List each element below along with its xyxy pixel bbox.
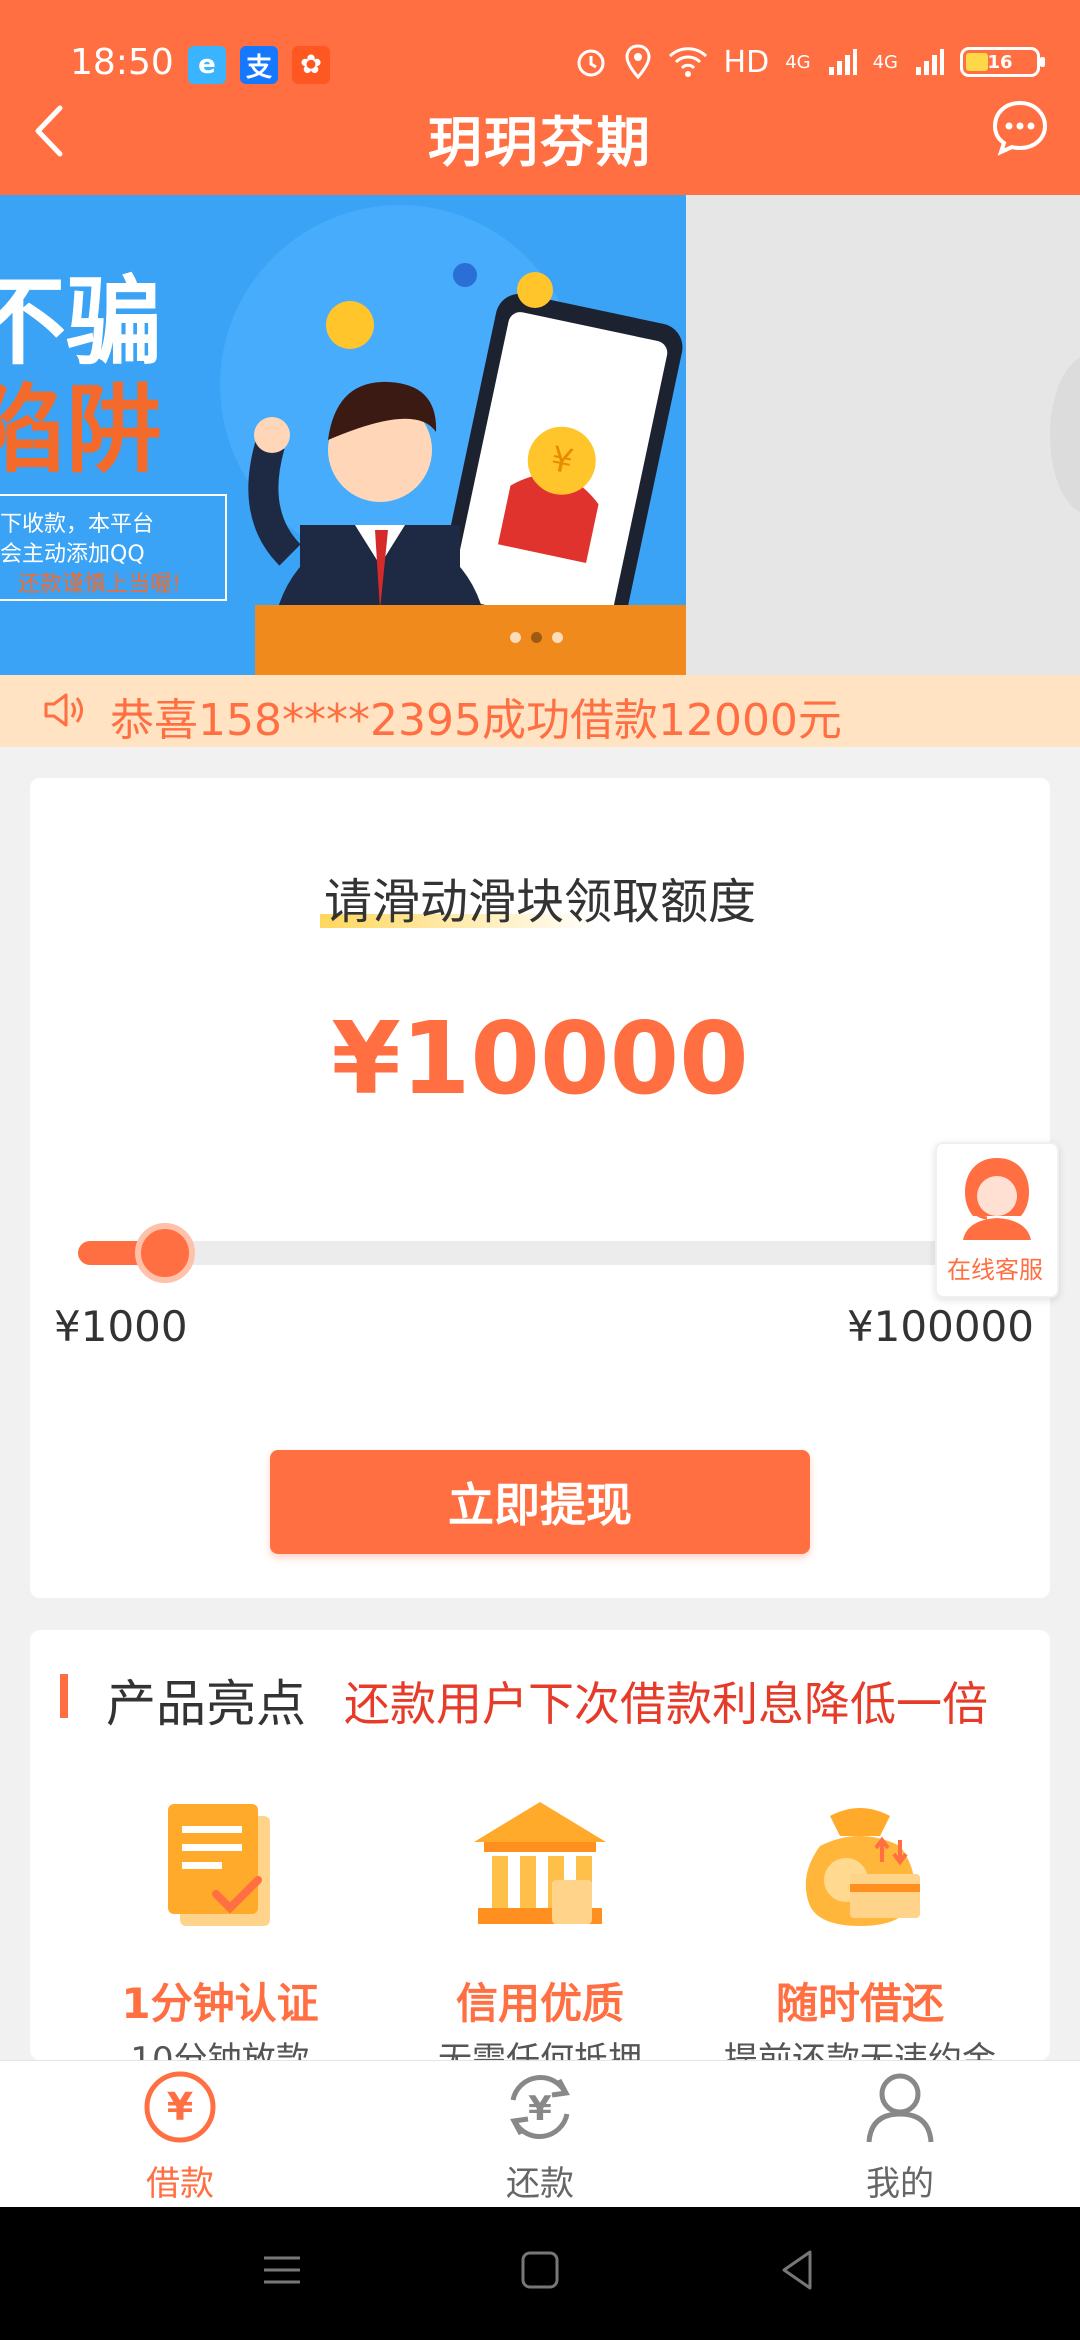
highlights-promo: 还款用户下次借款利息降低一倍 — [344, 1677, 988, 1731]
carousel-dot — [510, 632, 521, 643]
nav-label-mine: 我的 — [866, 2164, 934, 2204]
alarm-icon — [577, 49, 605, 77]
banner-caption-1: 下收款，本平台 — [0, 512, 154, 537]
amount-slider-thumb[interactable] — [135, 1223, 195, 1283]
back-triangle-icon[interactable] — [768, 2240, 828, 2300]
notice-text: 恭喜158****2395成功借款12000元 — [110, 695, 842, 746]
feature-title: 1分钟认证 — [121, 1979, 319, 2028]
banner-caption-2: 会主动添加QQ — [0, 542, 145, 567]
slider-min-label: ¥1000 — [54, 1302, 188, 1351]
svg-text:¥: ¥ — [528, 2089, 552, 2129]
loan-prompt: 请滑动滑块领取额度 — [319, 862, 756, 932]
banner-caption-3: 还款谨慎上当喔! — [18, 572, 181, 597]
nav-item-mine[interactable]: 我的 — [720, 2070, 1080, 2204]
banner-slide[interactable]: ¥ 不骗 陷阱 下收款，本平台 会主动添加QQ 还款谨慎上当喔! — [0, 195, 686, 675]
feature-title: 随时借还 — [775, 1979, 944, 2028]
loan-amount: ¥10000 — [331, 1000, 749, 1117]
network-label: HD — [723, 44, 770, 80]
loan-prompt-text: 请滑动滑块领取额度 — [323, 874, 756, 930]
battery-level: 16 — [987, 51, 1013, 73]
signal-label-2: 4G — [872, 51, 898, 73]
loan-prompt-wrap: 请滑动滑块领取额度 — [0, 862, 1080, 932]
nav-item-loan[interactable]: ¥ 借款 — [0, 2070, 360, 2204]
yen-circle-icon: ¥ — [144, 2071, 216, 2143]
svg-text:¥: ¥ — [167, 2085, 193, 2129]
chat-bubble-icon — [992, 100, 1048, 156]
nav-label-repay: 还款 — [506, 2164, 574, 2204]
yen-refresh-icon: ¥ — [510, 2074, 570, 2140]
location-icon — [625, 44, 651, 80]
banner-headline-1: 不骗 — [0, 266, 162, 378]
status-icons: HD 4G 4G 16 — [574, 44, 1045, 80]
nav-label-loan: 借款 — [146, 2164, 214, 2204]
feature-title: 信用优质 — [455, 1979, 624, 2028]
menu-icon[interactable] — [252, 2240, 312, 2300]
status-time: 18:50 — [70, 42, 174, 83]
page-title: 玥玥芬期 — [428, 111, 652, 174]
customer-service-label: 在线客服 — [947, 1256, 1043, 1284]
browser-app-icon: e — [188, 46, 226, 84]
speaker-icon — [44, 693, 83, 727]
amount-slider-track[interactable] — [78, 1241, 948, 1265]
section-marker — [60, 1674, 68, 1718]
battery-icon: 16 — [960, 47, 1045, 77]
signal-label-1: 4G — [785, 51, 811, 73]
highlights-title: 产品亮点 — [106, 1675, 306, 1733]
banner-carousel[interactable]: ¥ 不骗 陷阱 下收款，本平台 会主动添加QQ 还款谨慎上当喔! — [0, 195, 1080, 675]
taobao-app-icon: ✿ — [292, 46, 330, 84]
banner-next-slide — [1050, 355, 1080, 515]
person-icon — [866, 2073, 934, 2143]
nav-item-repay[interactable]: ¥ 还款 — [360, 2070, 720, 2204]
banner-illustration: ¥ 不骗 陷阱 下收款，本平台 会主动添加QQ 还款谨慎上当喔! — [0, 195, 686, 675]
signal-icon — [916, 49, 944, 75]
document-check-icon — [168, 1804, 270, 1926]
wifi-icon — [668, 47, 707, 77]
banner-headline-2: 陷阱 — [0, 374, 162, 486]
carousel-indicator — [510, 632, 563, 643]
home-icon[interactable] — [510, 2240, 570, 2300]
withdraw-button[interactable]: 立即提现 — [270, 1450, 810, 1554]
alipay-app-icon: 支 — [240, 46, 278, 84]
carousel-dot-active — [531, 632, 542, 643]
slider-max-label: ¥100000 — [846, 1302, 1034, 1351]
signal-icon — [828, 49, 857, 75]
carousel-dot — [552, 632, 563, 643]
money-bag-icon — [805, 1808, 920, 1926]
customer-service-icon — [963, 1158, 1031, 1240]
bank-icon — [474, 1802, 606, 1924]
chat-button[interactable] — [990, 98, 1050, 158]
